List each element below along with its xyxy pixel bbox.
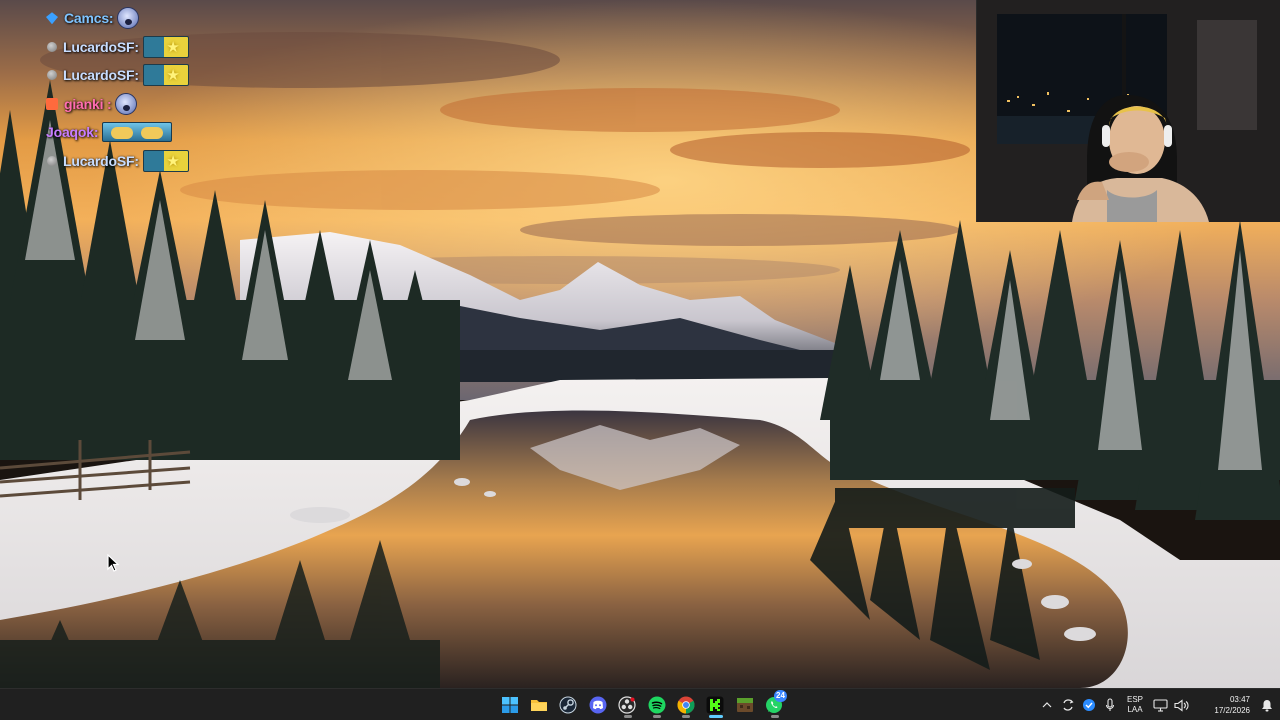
chat-message: LucardoSF:	[46, 33, 306, 62]
discord-button[interactable]	[583, 692, 612, 718]
network-button[interactable]	[1150, 689, 1171, 720]
microphone-icon	[1105, 698, 1114, 711]
windows-logo-icon	[501, 697, 518, 713]
folder-icon	[531, 700, 548, 711]
notifications-button[interactable]	[1258, 689, 1276, 720]
show-hidden-icons-button[interactable]	[1036, 689, 1057, 720]
clock-time: 03:47	[1229, 695, 1250, 704]
subscriber-badge-icon	[46, 97, 58, 110]
user-badge-icon	[47, 70, 57, 81]
bell-icon	[1262, 699, 1272, 711]
face-emote-icon	[117, 7, 140, 30]
system-tray: ESP LAA 03:47 17/2/2026	[1036, 689, 1280, 720]
chat-message: gianki :	[46, 90, 306, 119]
kick-icon	[706, 696, 724, 714]
tray-microphone-button[interactable]	[1099, 689, 1120, 720]
clock-date: 17/2/2026	[1214, 706, 1250, 715]
user-badge-icon	[47, 41, 57, 52]
chat-username: LucardoSF:	[63, 67, 139, 84]
taskbar-pinned-apps: 24	[495, 690, 789, 718]
mouse-cursor-icon	[107, 554, 119, 572]
spotify-button[interactable]	[642, 692, 671, 718]
volume-button[interactable]	[1171, 689, 1192, 720]
chat-username: Camcs:	[64, 10, 114, 27]
ethernet-monitor-icon	[1153, 698, 1168, 712]
webcam-overlay	[976, 0, 1280, 222]
tray-sync-button[interactable]	[1057, 689, 1078, 720]
gem-badge-icon	[46, 12, 58, 25]
chat-message: LucardoSF:	[46, 147, 306, 176]
keyboard-layout: LAA	[1127, 705, 1143, 714]
discord-icon	[589, 696, 607, 714]
file-explorer-button[interactable]	[524, 692, 553, 718]
webcam-feed-image	[977, 0, 1280, 222]
chrome-icon	[677, 696, 695, 714]
wide-emote-icon	[102, 122, 173, 143]
chat-username: LucardoSF:	[63, 38, 139, 55]
speaker-icon	[1174, 698, 1189, 712]
face-emote-icon	[115, 92, 138, 115]
chat-message: Camcs:	[46, 4, 306, 33]
steam-button[interactable]	[554, 692, 583, 718]
minecraft-button[interactable]	[730, 692, 759, 718]
chat-message: Joaqok:	[46, 118, 306, 147]
clock-button[interactable]: 03:47 17/2/2026	[1206, 694, 1250, 716]
obs-icon	[618, 696, 636, 714]
whatsapp-unread-badge: 24	[774, 690, 787, 702]
chat-message: LucardoSF:	[46, 61, 306, 90]
spotify-icon	[648, 696, 666, 714]
game-block-icon	[736, 698, 753, 712]
kick-button[interactable]	[701, 692, 730, 718]
chevron-up-icon	[1042, 702, 1051, 708]
box-emote-icon	[142, 35, 189, 58]
chat-username: LucardoSF:	[63, 152, 139, 169]
chrome-button[interactable]	[671, 692, 700, 718]
stream-chat-overlay: Camcs: LucardoSF: LucardoSF: gianki : Joaqok…	[46, 4, 306, 175]
start-button[interactable]	[495, 692, 524, 718]
tray-security-button[interactable]	[1078, 689, 1099, 720]
whatsapp-button[interactable]: 24	[760, 690, 789, 718]
chat-username: gianki :	[64, 95, 112, 112]
user-badge-icon	[47, 155, 57, 166]
language-code: ESP	[1126, 695, 1143, 704]
box-emote-icon	[142, 64, 189, 87]
box-emote-icon	[142, 149, 189, 172]
taskbar: 24 ESP LAA 03:47 17/2/2026	[0, 688, 1280, 720]
steam-icon	[559, 696, 577, 714]
input-language-button[interactable]: ESP LAA	[1120, 695, 1150, 715]
chat-username: Joaqok:	[46, 124, 99, 141]
sync-icon	[1062, 699, 1074, 711]
obs-button[interactable]	[613, 692, 642, 718]
globe-shield-icon	[1082, 699, 1095, 711]
